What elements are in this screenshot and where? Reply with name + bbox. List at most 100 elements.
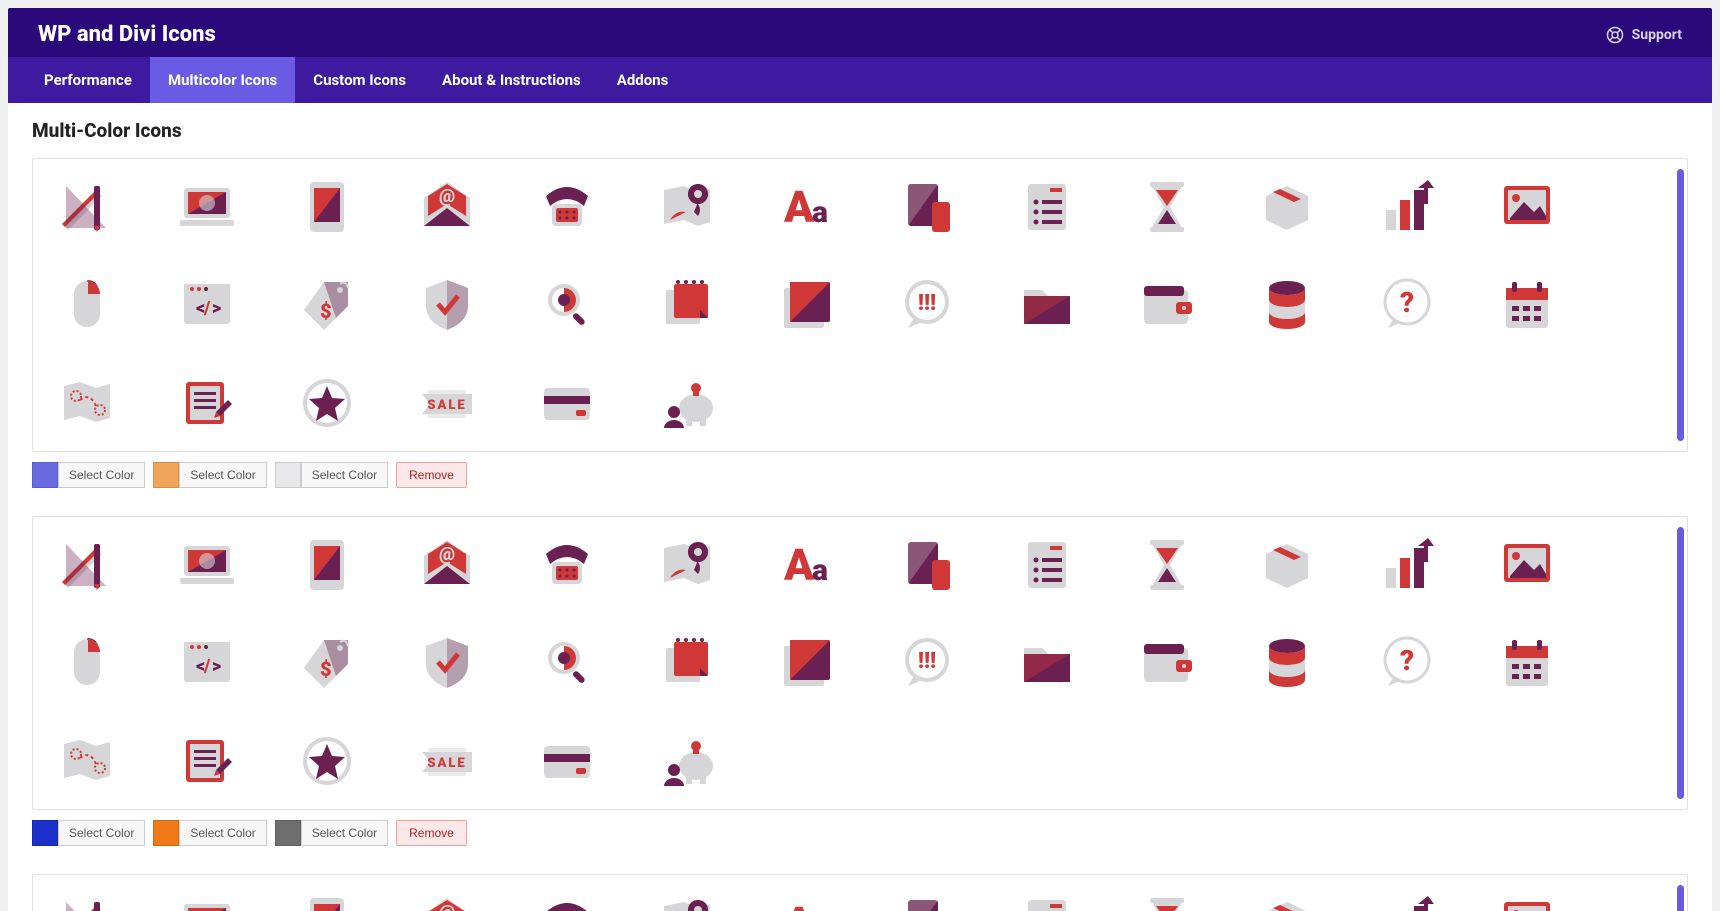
color-swatch[interactable] — [275, 820, 301, 846]
select-color-button[interactable]: Select Color — [179, 820, 266, 846]
bar-chart-up-icon[interactable]: .c1{fill:#6a2050} .c2{fill:#d03838} .c3{… — [1373, 889, 1441, 911]
mobile-device-icon[interactable]: .c1{fill:#1b2fcb} .c2{fill:#f07a18} .c3{… — [893, 531, 961, 599]
color-swatch[interactable] — [153, 820, 179, 846]
question-bubble-icon[interactable]: .c1{fill:#6a6be0} .c2{fill:#f0a45a} .c3{… — [1373, 271, 1441, 339]
wallet-icon[interactable]: .c1{fill:#6a6be0} .c2{fill:#f0a45a} .c3{… — [1133, 271, 1201, 339]
sticky-notes-icon[interactable]: .c1{fill:#6a6be0} .c2{fill:#f0a45a} .c3{… — [653, 271, 721, 339]
credit-card-icon[interactable]: .c1{fill:#6a6be0} .c2{fill:#f0a45a} .c3{… — [533, 369, 601, 437]
piggy-bank-user-icon[interactable]: .c1{fill:#6a6be0} .c2{fill:#f0a45a} .c3{… — [653, 369, 721, 437]
wallet-icon[interactable]: .c1{fill:#1b2fcb} .c2{fill:#f07a18} .c3{… — [1133, 629, 1201, 697]
star-badge-icon[interactable]: .c1{fill:#6a6be0} .c2{fill:#f0a45a} .c3{… — [293, 369, 361, 437]
database-icon[interactable]: .c1{fill:#1b2fcb} .c2{fill:#f07a18} .c3{… — [1253, 629, 1321, 697]
shield-check-icon[interactable]: .c1{fill:#6a6be0} .c2{fill:#f0a45a} .c3{… — [413, 271, 481, 339]
bar-chart-up-icon[interactable]: .c1{fill:#6a6be0} .c2{fill:#f0a45a} .c3{… — [1373, 173, 1441, 241]
folder-icon[interactable]: .c1{fill:#6a6be0} .c2{fill:#f0a45a} .c3{… — [1013, 271, 1081, 339]
hourglass-icon[interactable]: .c1{fill:#6a6be0} .c2{fill:#f0a45a} .c3{… — [1133, 173, 1201, 241]
picture-frame-icon[interactable]: .c1{fill:#6a6be0} .c2{fill:#f0a45a} .c3{… — [1493, 173, 1561, 241]
shield-check-icon[interactable]: .c1{fill:#1b2fcb} .c2{fill:#f07a18} .c3{… — [413, 629, 481, 697]
calendar-icon[interactable]: .c1{fill:#1b2fcb} .c2{fill:#f07a18} .c3{… — [1493, 629, 1561, 697]
speech-alert-icon[interactable]: .c1{fill:#1b2fcb} .c2{fill:#f07a18} .c3{… — [893, 629, 961, 697]
tab-addons[interactable]: Addons — [599, 57, 687, 103]
hourglass-icon[interactable]: .c1{fill:#1b2fcb} .c2{fill:#f07a18} .c3{… — [1133, 531, 1201, 599]
code-window-icon[interactable]: .c1{fill:#1b2fcb} .c2{fill:#f07a18} .c3{… — [173, 629, 241, 697]
calendar-icon[interactable]: .c1{fill:#6a6be0} .c2{fill:#f0a45a} .c3{… — [1493, 271, 1561, 339]
typography-aa-icon[interactable]: .c1{fill:#1b2fcb} .c2{fill:#f07a18} .c3{… — [773, 531, 841, 599]
computer-mouse-icon[interactable]: .c1{fill:#1b2fcb} .c2{fill:#f07a18} .c3{… — [53, 629, 121, 697]
tab-multicolor-icons[interactable]: Multicolor Icons — [150, 57, 295, 103]
map-pin-icon[interactable]: .c1{fill:#1b2fcb} .c2{fill:#f07a18} .c3{… — [653, 531, 721, 599]
tablet-screen-icon[interactable]: .c1{fill:#6a6be0} .c2{fill:#f0a45a} .c3{… — [293, 173, 361, 241]
speech-alert-icon[interactable]: .c1{fill:#6a6be0} .c2{fill:#f0a45a} .c3{… — [893, 271, 961, 339]
color-swatch[interactable] — [32, 820, 58, 846]
question-bubble-icon[interactable]: .c1{fill:#1b2fcb} .c2{fill:#f07a18} .c3{… — [1373, 629, 1441, 697]
mobile-device-icon[interactable]: .c1{fill:#6a2050} .c2{fill:#d03838} .c3{… — [893, 889, 961, 911]
drafting-tools-icon[interactable]: .c1{fill:#6a2050} .c2{fill:#d03838} .c3{… — [53, 889, 121, 911]
typography-aa-icon[interactable]: .c1{fill:#6a6be0} .c2{fill:#f0a45a} .c3{… — [773, 173, 841, 241]
sale-ribbon-icon[interactable]: .c1{fill:#1b2fcb} .c2{fill:#f07a18} .c3{… — [413, 727, 481, 795]
package-box-icon[interactable]: .c1{fill:#6a6be0} .c2{fill:#f0a45a} .c3{… — [1253, 173, 1321, 241]
select-color-button[interactable]: Select Color — [58, 820, 145, 846]
mobile-device-icon[interactable]: .c1{fill:#6a6be0} .c2{fill:#f0a45a} .c3{… — [893, 173, 961, 241]
sale-ribbon-icon[interactable]: .c1{fill:#6a6be0} .c2{fill:#f0a45a} .c3{… — [413, 369, 481, 437]
price-tag-dollar-icon[interactable]: .c1{fill:#6a6be0} .c2{fill:#f0a45a} .c3{… — [293, 271, 361, 339]
tablet-screen-icon[interactable]: .c1{fill:#6a2050} .c2{fill:#d03838} .c3{… — [293, 889, 361, 911]
remove-button[interactable]: Remove — [396, 462, 467, 488]
support-label: Support — [1632, 27, 1682, 43]
folder-icon[interactable]: .c1{fill:#1b2fcb} .c2{fill:#f07a18} .c3{… — [1013, 629, 1081, 697]
hourglass-icon[interactable]: .c1{fill:#6a2050} .c2{fill:#d03838} .c3{… — [1133, 889, 1201, 911]
remove-button[interactable]: Remove — [396, 820, 467, 846]
laptop-globe-icon[interactable]: .c1{fill:#6a2050} .c2{fill:#d03838} .c3{… — [173, 889, 241, 911]
code-window-icon[interactable]: .c1{fill:#6a6be0} .c2{fill:#f0a45a} .c3{… — [173, 271, 241, 339]
support-icon — [1606, 26, 1624, 44]
document-list-icon[interactable]: .c1{fill:#6a2050} .c2{fill:#d03838} .c3{… — [1013, 889, 1081, 911]
price-tag-dollar-icon[interactable]: .c1{fill:#1b2fcb} .c2{fill:#f07a18} .c3{… — [293, 629, 361, 697]
phone-ringing-icon[interactable]: .c1{fill:#1b2fcb} .c2{fill:#f07a18} .c3{… — [533, 531, 601, 599]
layers-stack-icon[interactable]: .c1{fill:#6a6be0} .c2{fill:#f0a45a} .c3{… — [773, 271, 841, 339]
phone-ringing-icon[interactable]: .c1{fill:#6a2050} .c2{fill:#d03838} .c3{… — [533, 889, 601, 911]
picture-frame-icon[interactable]: .c1{fill:#6a2050} .c2{fill:#d03838} .c3{… — [1493, 889, 1561, 911]
select-color-button[interactable]: Select Color — [301, 462, 388, 488]
select-color-button[interactable]: Select Color — [301, 820, 388, 846]
icon-palette: .c1{fill:#6a2050} .c2{fill:#d03838} .c3{… — [32, 874, 1688, 911]
color-swatch[interactable] — [275, 462, 301, 488]
map-pin-icon[interactable]: .c1{fill:#6a6be0} .c2{fill:#f0a45a} .c3{… — [653, 173, 721, 241]
color-swatch[interactable] — [153, 462, 179, 488]
picture-frame-icon[interactable]: .c1{fill:#1b2fcb} .c2{fill:#f07a18} .c3{… — [1493, 531, 1561, 599]
database-icon[interactable]: .c1{fill:#6a6be0} .c2{fill:#f0a45a} .c3{… — [1253, 271, 1321, 339]
piggy-bank-user-icon[interactable]: .c1{fill:#1b2fcb} .c2{fill:#f07a18} .c3{… — [653, 727, 721, 795]
magnifying-glass-icon[interactable]: .c1{fill:#6a6be0} .c2{fill:#f0a45a} .c3{… — [533, 271, 601, 339]
sticky-notes-icon[interactable]: .c1{fill:#1b2fcb} .c2{fill:#f07a18} .c3{… — [653, 629, 721, 697]
envelope-at-icon[interactable]: .c1{fill:#6a6be0} .c2{fill:#f0a45a} .c3{… — [413, 173, 481, 241]
compose-note-icon[interactable]: .c1{fill:#6a6be0} .c2{fill:#f0a45a} .c3{… — [173, 369, 241, 437]
route-map-icon[interactable]: .c1{fill:#6a6be0} .c2{fill:#f0a45a} .c3{… — [53, 369, 121, 437]
bar-chart-up-icon[interactable]: .c1{fill:#1b2fcb} .c2{fill:#f07a18} .c3{… — [1373, 531, 1441, 599]
route-map-icon[interactable]: .c1{fill:#1b2fcb} .c2{fill:#f07a18} .c3{… — [53, 727, 121, 795]
tab-performance[interactable]: Performance — [26, 57, 150, 103]
tab-custom-icons[interactable]: Custom Icons — [295, 57, 424, 103]
layers-stack-icon[interactable]: .c1{fill:#1b2fcb} .c2{fill:#f07a18} .c3{… — [773, 629, 841, 697]
color-swatch[interactable] — [32, 462, 58, 488]
select-color-button[interactable]: Select Color — [179, 462, 266, 488]
tab-about-instructions[interactable]: About & Instructions — [424, 57, 599, 103]
credit-card-icon[interactable]: .c1{fill:#1b2fcb} .c2{fill:#f07a18} .c3{… — [533, 727, 601, 795]
magnifying-glass-icon[interactable]: .c1{fill:#1b2fcb} .c2{fill:#f07a18} .c3{… — [533, 629, 601, 697]
drafting-tools-icon[interactable]: .c1{fill:#6a6be0} .c2{fill:#f0a45a} .c3{… — [53, 173, 121, 241]
document-list-icon[interactable]: .c1{fill:#1b2fcb} .c2{fill:#f07a18} .c3{… — [1013, 531, 1081, 599]
laptop-globe-icon[interactable]: .c1{fill:#1b2fcb} .c2{fill:#f07a18} .c3{… — [173, 531, 241, 599]
phone-ringing-icon[interactable]: .c1{fill:#6a6be0} .c2{fill:#f0a45a} .c3{… — [533, 173, 601, 241]
support-link[interactable]: Support — [1606, 26, 1682, 44]
package-box-icon[interactable]: .c1{fill:#6a2050} .c2{fill:#d03838} .c3{… — [1253, 889, 1321, 911]
envelope-at-icon[interactable]: .c1{fill:#1b2fcb} .c2{fill:#f07a18} .c3{… — [413, 531, 481, 599]
document-list-icon[interactable]: .c1{fill:#6a6be0} .c2{fill:#f0a45a} .c3{… — [1013, 173, 1081, 241]
envelope-at-icon[interactable]: .c1{fill:#6a2050} .c2{fill:#d03838} .c3{… — [413, 889, 481, 911]
computer-mouse-icon[interactable]: .c1{fill:#6a6be0} .c2{fill:#f0a45a} .c3{… — [53, 271, 121, 339]
select-color-button[interactable]: Select Color — [58, 462, 145, 488]
drafting-tools-icon[interactable]: .c1{fill:#1b2fcb} .c2{fill:#f07a18} .c3{… — [53, 531, 121, 599]
star-badge-icon[interactable]: .c1{fill:#1b2fcb} .c2{fill:#f07a18} .c3{… — [293, 727, 361, 795]
typography-aa-icon[interactable]: .c1{fill:#6a2050} .c2{fill:#d03838} .c3{… — [773, 889, 841, 911]
laptop-globe-icon[interactable]: .c1{fill:#6a6be0} .c2{fill:#f0a45a} .c3{… — [173, 173, 241, 241]
tablet-screen-icon[interactable]: .c1{fill:#1b2fcb} .c2{fill:#f07a18} .c3{… — [293, 531, 361, 599]
compose-note-icon[interactable]: .c1{fill:#1b2fcb} .c2{fill:#f07a18} .c3{… — [173, 727, 241, 795]
package-box-icon[interactable]: .c1{fill:#1b2fcb} .c2{fill:#f07a18} .c3{… — [1253, 531, 1321, 599]
map-pin-icon[interactable]: .c1{fill:#6a2050} .c2{fill:#d03838} .c3{… — [653, 889, 721, 911]
